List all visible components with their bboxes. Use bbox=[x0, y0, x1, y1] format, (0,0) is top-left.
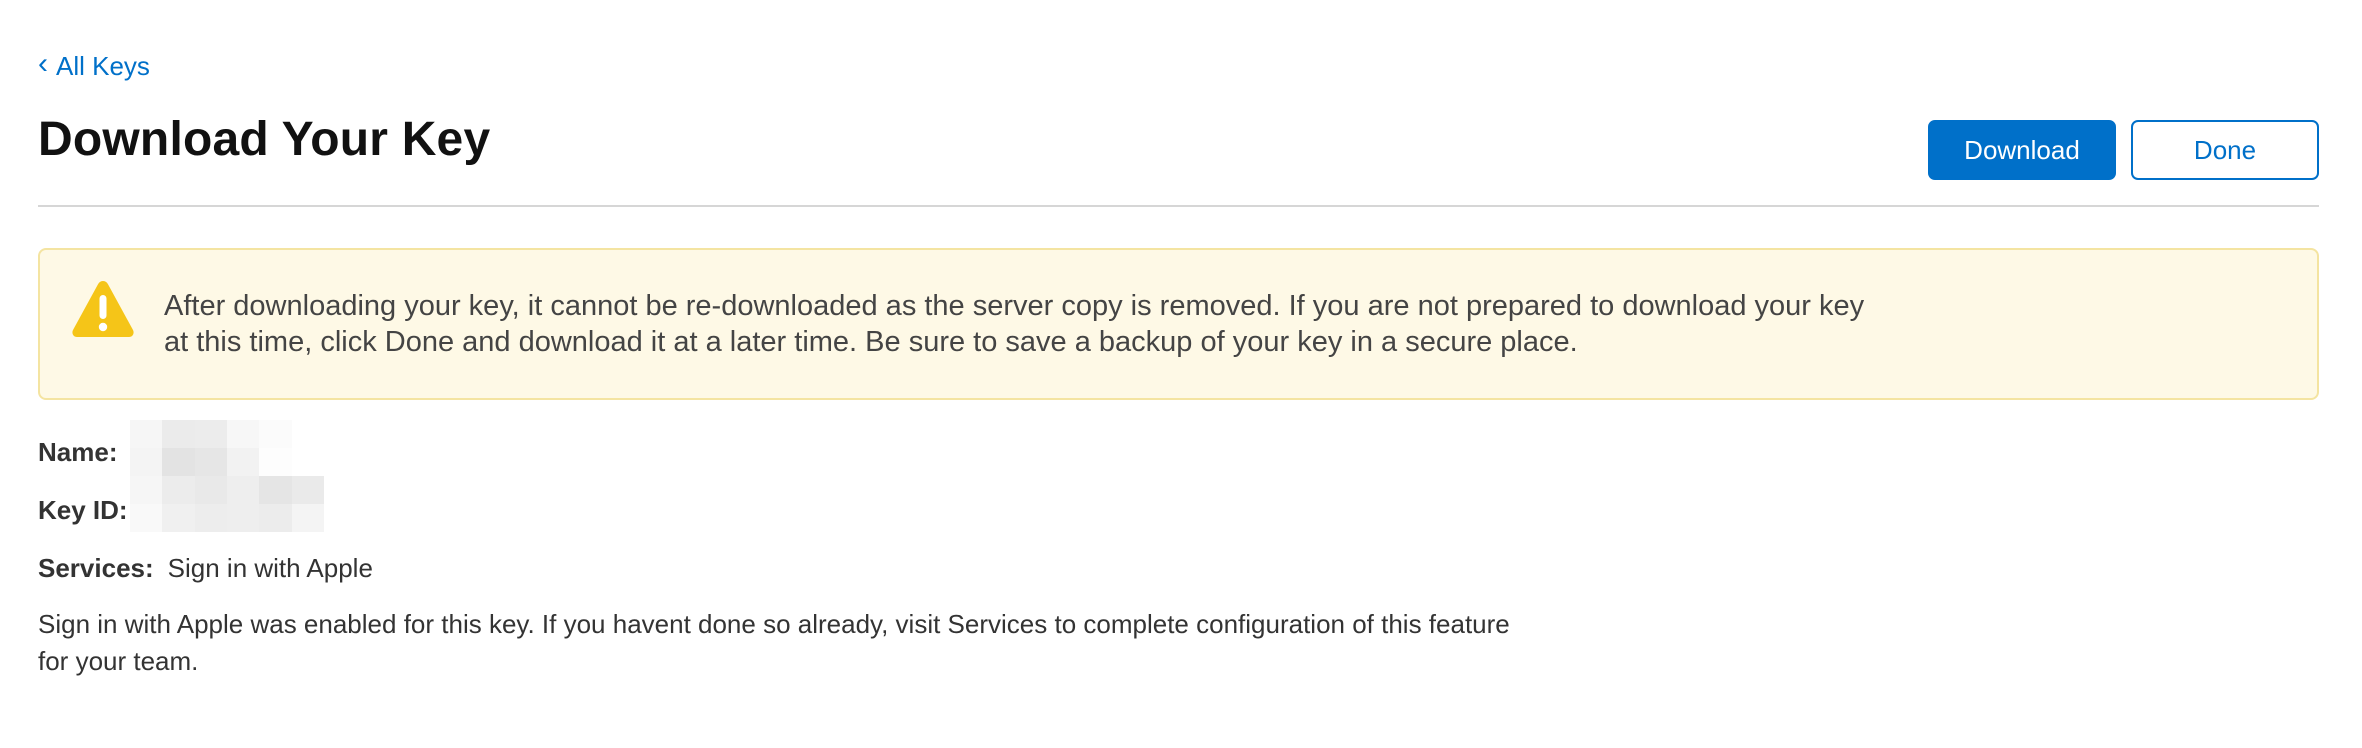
key-id-label: Key ID: bbox=[38, 495, 128, 525]
redacted-values bbox=[130, 420, 324, 532]
alert-message: After downloading your key, it cannot be… bbox=[164, 290, 1865, 358]
header-divider bbox=[38, 205, 2319, 207]
services-label: Services: bbox=[38, 553, 154, 583]
back-link-label: All Keys bbox=[56, 51, 150, 81]
services-value: Sign in with Apple bbox=[167, 553, 373, 583]
page-title: Download Your Key bbox=[38, 113, 491, 166]
page: ‹ All Keys Download Your Key Download Do… bbox=[0, 0, 2362, 748]
warning-triangle-icon bbox=[72, 281, 134, 337]
key-id-field: Key ID: bbox=[38, 494, 128, 526]
name-field: Name: bbox=[38, 436, 117, 468]
services-field: Services: Sign in with Apple bbox=[38, 552, 373, 584]
configuration-note: Sign in with Apple was enabled for this … bbox=[38, 609, 1510, 676]
chevron-left-icon: ‹ bbox=[38, 47, 48, 80]
done-button[interactable]: Done bbox=[2131, 120, 2319, 180]
warning-alert: After downloading your key, it cannot be… bbox=[38, 248, 2319, 400]
name-label: Name: bbox=[38, 437, 118, 467]
back-to-all-keys-link[interactable]: ‹ All Keys bbox=[38, 47, 150, 82]
download-button[interactable]: Download bbox=[1928, 120, 2116, 180]
